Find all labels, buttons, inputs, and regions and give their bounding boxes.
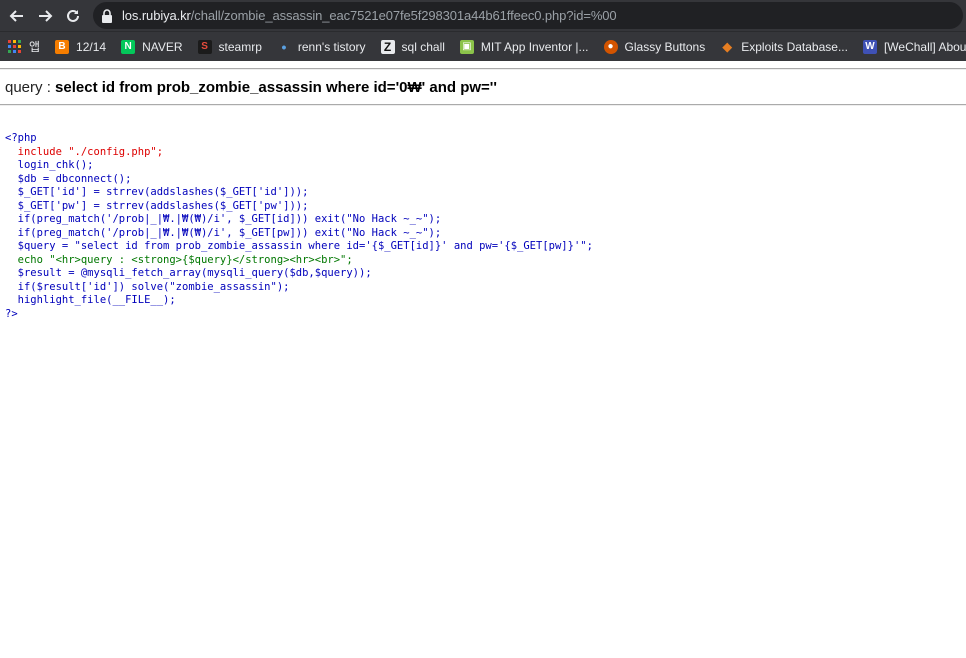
arrow-left-icon (9, 9, 23, 22)
exploitdb-icon: ◆ (722, 38, 733, 54)
code-line: include "./config.php"; (5, 145, 164, 158)
bookmark-naver[interactable]: N NAVER (121, 39, 183, 54)
code-line: $result = @mysqli_fetch_array(mysqli_que… (5, 267, 372, 279)
z-icon: Z (380, 39, 395, 54)
bookmark-label: MIT App Inventor |... (480, 39, 589, 54)
reload-icon (67, 9, 79, 22)
bookmark-label: renn's tistory (297, 39, 366, 54)
code-line: $_GET['id'] = strrev(addslashes($_GET['i… (5, 186, 309, 198)
bookmark-exploits-database[interactable]: ◆ Exploits Database... (720, 38, 848, 54)
query-value: select id from prob_zombie_assassin wher… (55, 79, 497, 96)
query-line: query : select id from prob_zombie_assas… (5, 79, 966, 97)
bookmark-label: Glassy Buttons (624, 39, 706, 54)
code-line: highlight_file(__FILE__); (5, 294, 176, 306)
bookmark-wechall[interactable]: W [WeChall] About... (862, 39, 966, 54)
bookmark-glassy-buttons[interactable]: ● Glassy Buttons (603, 39, 706, 54)
bookmark-renns-tistory[interactable]: • renn's tistory (277, 38, 366, 55)
code-line: if(preg_match('/prob|_|₩.|₩(₩)/i', $_GET… (5, 213, 442, 225)
bookmark-mit-app-inventor[interactable]: ▣ MIT App Inventor |... (459, 39, 589, 54)
bookmark-label: steamrp (218, 39, 262, 54)
apps-grid-icon (8, 39, 22, 54)
code-line: $_GET['pw'] = strrev(addslashes($_GET['p… (5, 199, 309, 212)
bookmark-apps[interactable]: 앱 (8, 38, 40, 55)
back-button[interactable] (3, 2, 31, 30)
bookmark-steamrp[interactable]: S steamrp (197, 39, 262, 54)
naver-icon: N (121, 39, 136, 54)
bookmark-label: NAVER (142, 39, 183, 54)
browser-toolbar: los.rubiya.kr/chall/zombie_assassin_eac7… (0, 0, 966, 31)
url-text: los.rubiya.kr/chall/zombie_assassin_eac7… (122, 8, 617, 23)
code-line: login_chk(); (5, 159, 94, 171)
code-line: if($result['id']) solve("zombie_assassin… (5, 280, 290, 293)
bookmark-label: [WeChall] About... (883, 39, 966, 54)
blogger-icon: B (55, 39, 70, 54)
bookmark-label: 12/14 (76, 39, 107, 54)
steamrp-icon: S (197, 39, 212, 54)
app-inventor-icon: ▣ (459, 39, 474, 54)
code-line: $query = "select id from prob_zombie_ass… (5, 240, 593, 252)
lock-icon (102, 8, 112, 23)
page-content: query : select id from prob_zombie_assas… (0, 68, 966, 321)
forward-button[interactable] (31, 2, 59, 30)
arrow-right-icon (39, 9, 53, 22)
bookmark-label: 앱 (29, 40, 41, 54)
code-line: echo "<hr>query : <strong>{$query}</stro… (5, 253, 353, 266)
bookmark-label: sql chall (401, 39, 445, 54)
glassy-icon: ● (603, 39, 618, 54)
tistory-icon: • (281, 38, 287, 55)
url-path: /chall/zombie_assassin_eac7521e07fe5f298… (190, 8, 617, 23)
reload-button[interactable] (59, 2, 87, 30)
bookmark-sql-chall[interactable]: Z sql chall (380, 39, 445, 54)
wechall-icon: W (862, 39, 877, 54)
php-source-code: <?php include "./config.php"; login_chk(… (5, 132, 966, 321)
query-label: query : (5, 79, 56, 96)
bookmarks-bar: 앱 B 12/14 N NAVER S steamrp • renn's tis… (0, 31, 966, 61)
divider-top (0, 68, 966, 70)
code-line: ?> (5, 307, 18, 320)
code-line: if(preg_match('/prob|_|₩.|₩(₩)/i', $_GET… (5, 226, 442, 239)
bookmark-12-14[interactable]: B 12/14 (55, 39, 107, 54)
url-host: los.rubiya.kr (122, 8, 191, 23)
bookmark-label: Exploits Database... (741, 39, 848, 54)
divider-bottom (0, 104, 966, 106)
code-line: <?php (5, 132, 37, 144)
code-line: $db = dbconnect(); (5, 172, 132, 185)
address-bar[interactable]: los.rubiya.kr/chall/zombie_assassin_eac7… (93, 2, 963, 29)
